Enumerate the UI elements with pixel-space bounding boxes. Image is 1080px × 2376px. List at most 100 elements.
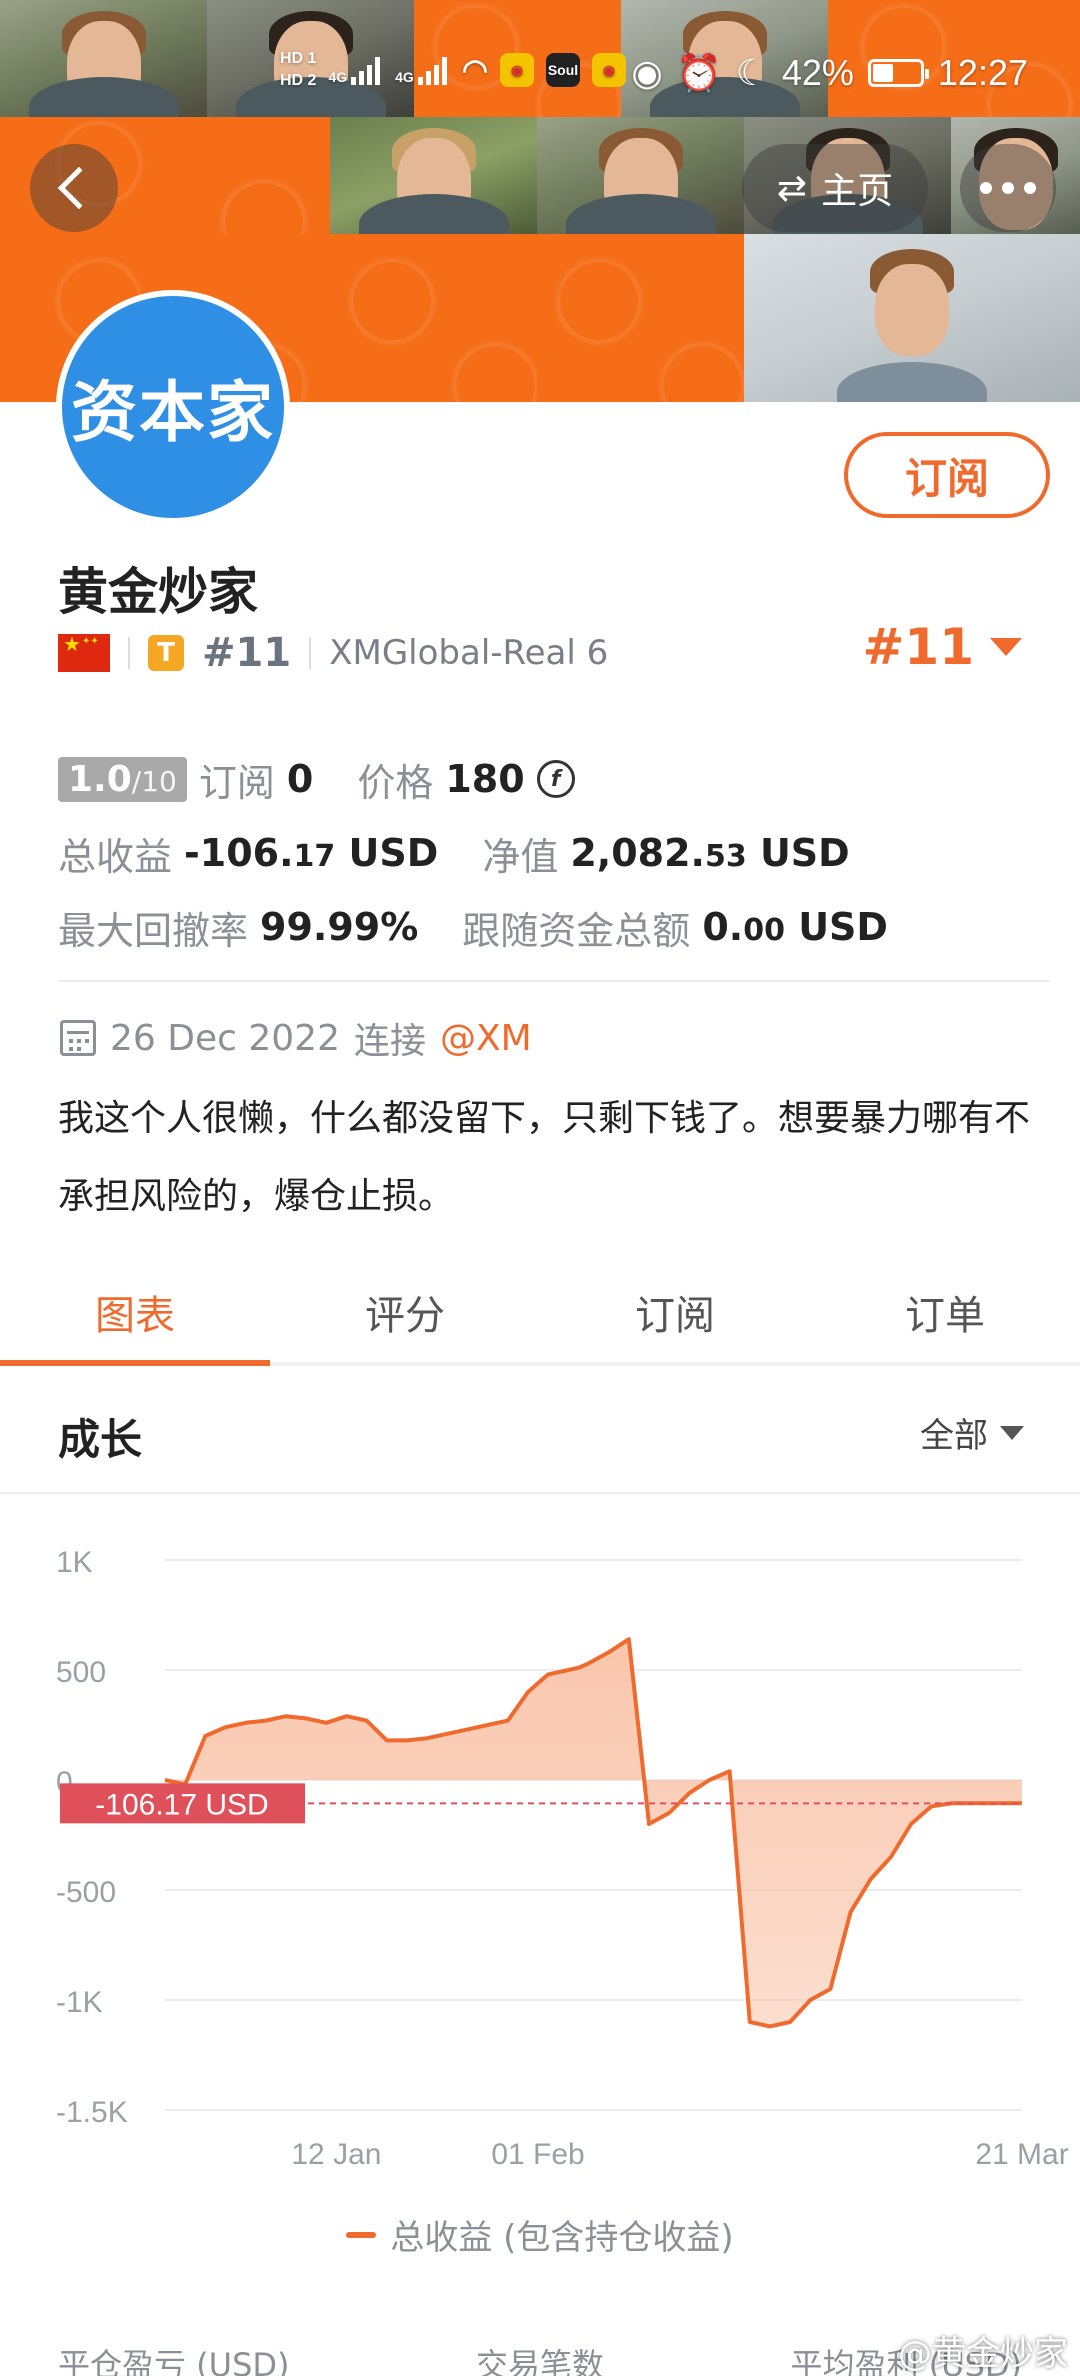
hd-indicator: HD 1 HD 2 <box>280 48 316 92</box>
avatar-text: 资本家 <box>71 374 275 451</box>
network-type-1: 4G <box>328 69 348 85</box>
connect-label: 连接 <box>353 1021 426 1062</box>
subscribe-button[interactable]: 订阅 <box>844 432 1050 518</box>
tab-chart[interactable]: 图表 <box>0 1262 270 1366</box>
tab-orders[interactable]: 订单 <box>810 1262 1080 1362</box>
avatar: 资本家 <box>56 290 290 524</box>
weibo-icon: ◉ <box>500 53 535 87</box>
closed-pnl-label: 平仓盈亏 (USD) <box>58 2346 290 2376</box>
total-profit-value: -106.17 USD <box>184 831 438 875</box>
equity-value: 2,082.53 USD <box>570 831 849 875</box>
y-tick-label: 1K <box>56 1546 93 1579</box>
range-select[interactable]: 全部 <box>920 1408 1024 1457</box>
weibo-icon: ◉ <box>592 53 627 87</box>
follow-funds-main: 0. <box>702 905 744 949</box>
back-button[interactable] <box>30 144 118 232</box>
tab-subscription[interactable]: 订阅 <box>540 1262 810 1362</box>
y-tick-label: 500 <box>56 1656 106 1689</box>
broker-link[interactable]: @XM <box>440 1018 532 1059</box>
equity-decimals: 53 <box>704 839 747 874</box>
stat-line-score: 1.0/10 订阅 0 价格 180 f <box>58 742 1038 816</box>
score-max: /10 <box>131 764 177 798</box>
score-value: 1.0 <box>68 758 132 800</box>
equity-unit: USD <box>759 831 850 875</box>
score-badge: 1.0/10 <box>58 756 187 802</box>
series-area <box>165 1639 1022 2027</box>
tab-bar: 图表 评分 订阅 订单 <box>0 1262 1080 1366</box>
home-button[interactable]: ⇄ 主页 <box>742 144 928 232</box>
follow-funds-unit: USD <box>798 905 888 949</box>
stats-panel: 1.0/10 订阅 0 价格 180 f 总收益 -106.17 USD 净值 … <box>58 742 1038 964</box>
status-indicators: HD 1 HD 2 4G 4G ◠ ◉ Soul ◉ <box>280 48 627 92</box>
rank-dropdown[interactable]: #11 <box>863 618 1022 676</box>
price-label: 价格 <box>357 760 434 805</box>
follow-funds-label: 跟随资金总额 <box>462 908 691 953</box>
trader-meta: T #11 XMGlobal-Real 6 <box>58 628 608 678</box>
connect-date: 26 Dec 2022 <box>110 1017 340 1059</box>
connection-info: 26 Dec 2022 连接 @XM <box>60 1012 532 1064</box>
total-profit-label: 总收益 <box>58 834 173 879</box>
y-tick-label: -1K <box>56 1986 103 2019</box>
trades-label: 交易笔数 <box>475 2346 604 2376</box>
subscribers-value: 0 <box>286 757 314 801</box>
soul-app-icon: Soul <box>546 53 581 87</box>
server-name: XMGlobal-Real 6 <box>329 633 609 673</box>
range-label: 全部 <box>920 1416 988 1456</box>
tier-badge: T <box>148 635 184 671</box>
eye-icon: ◉ <box>631 52 663 93</box>
signal-icon: 4G <box>395 55 450 85</box>
wifi-icon: ◠ <box>461 53 489 87</box>
follow-funds-value: 0.00 USD <box>702 905 888 949</box>
stat-line-profit: 总收益 -106.17 USD 净值 2,082.53 USD <box>58 816 1038 890</box>
y-tick-label: -1.5K <box>56 2096 128 2129</box>
growth-chart: 1K5000-500-1K-1.5K12 Jan 01 Feb 21 Mar -10… <box>56 1546 1069 2171</box>
x-tick-label: 12 Jan <box>291 2138 381 2171</box>
alarm-icon: ⏰ <box>676 52 722 93</box>
banner-pattern <box>537 234 744 402</box>
hd1-label: HD 1 <box>280 50 317 67</box>
follow-funds-decimals: 00 <box>743 913 785 948</box>
legend-swatch <box>346 2231 377 2238</box>
stat-line-drawdown: 最大回撤率 99.99% 跟随资金总额 0.00 USD <box>58 890 1038 964</box>
status-right-group: ◉ ⏰ ☾ 42% 12:27 <box>631 52 1028 94</box>
chart-legend: 总收益 (包含持仓收益) <box>0 2210 1080 2259</box>
legend-label: 总收益 (包含持仓收益) <box>390 2218 734 2258</box>
banner-pattern <box>330 234 537 402</box>
subscribe-label: 订阅 <box>904 453 989 503</box>
drawdown-value: 99.99% <box>260 905 419 949</box>
coin-icon: f <box>536 760 575 798</box>
total-profit-unit: USD <box>348 831 439 875</box>
network-type-2: 4G <box>395 69 414 85</box>
x-tick-label: 01 Feb <box>491 2138 584 2171</box>
divider <box>309 637 312 669</box>
drawdown-label: 最大回撤率 <box>58 908 249 953</box>
banner-photo <box>744 234 1080 402</box>
subscribers-label: 订阅 <box>198 760 275 805</box>
more-button[interactable] <box>960 144 1056 232</box>
equity-main: 2,082. <box>570 831 705 875</box>
china-flag-icon <box>58 632 110 672</box>
chevron-left-icon <box>57 166 101 210</box>
y-tick-label: -500 <box>56 1876 116 1909</box>
swap-icon: ⇄ <box>776 167 808 209</box>
current-value-label: -106.17 USD <box>95 1788 268 1821</box>
moon-icon: ☾ <box>735 52 768 93</box>
growth-header: 成长 全部 <box>0 1368 1080 1494</box>
caret-down-icon <box>1000 1425 1024 1440</box>
signal-icon: 4G <box>328 55 383 85</box>
battery-icon <box>867 59 929 87</box>
price-value: 180 <box>445 757 525 801</box>
equity-label: 净值 <box>482 834 559 879</box>
rank-highlight: #11 <box>862 618 974 676</box>
trader-bio: 我这个人很懒，什么都没留下，只剩下钱了。想要暴力哪有不承担风险的，爆仓止损。 <box>58 1098 1031 1217</box>
divider <box>58 980 1050 982</box>
tab-rating[interactable]: 评分 <box>270 1262 540 1362</box>
status-bar: HD 1 HD 2 4G 4G ◠ ◉ Soul ◉ ◉ ⏰ ☾ 42% 12:… <box>0 0 1080 150</box>
divider <box>128 637 130 669</box>
clock: 12:27 <box>937 52 1028 93</box>
rank-label: #11 <box>202 630 292 676</box>
caret-down-icon <box>990 638 1022 656</box>
calendar-icon <box>60 1020 96 1056</box>
watermark: @黄金炒家 <box>898 2334 1068 2374</box>
home-label: 主页 <box>821 171 894 212</box>
